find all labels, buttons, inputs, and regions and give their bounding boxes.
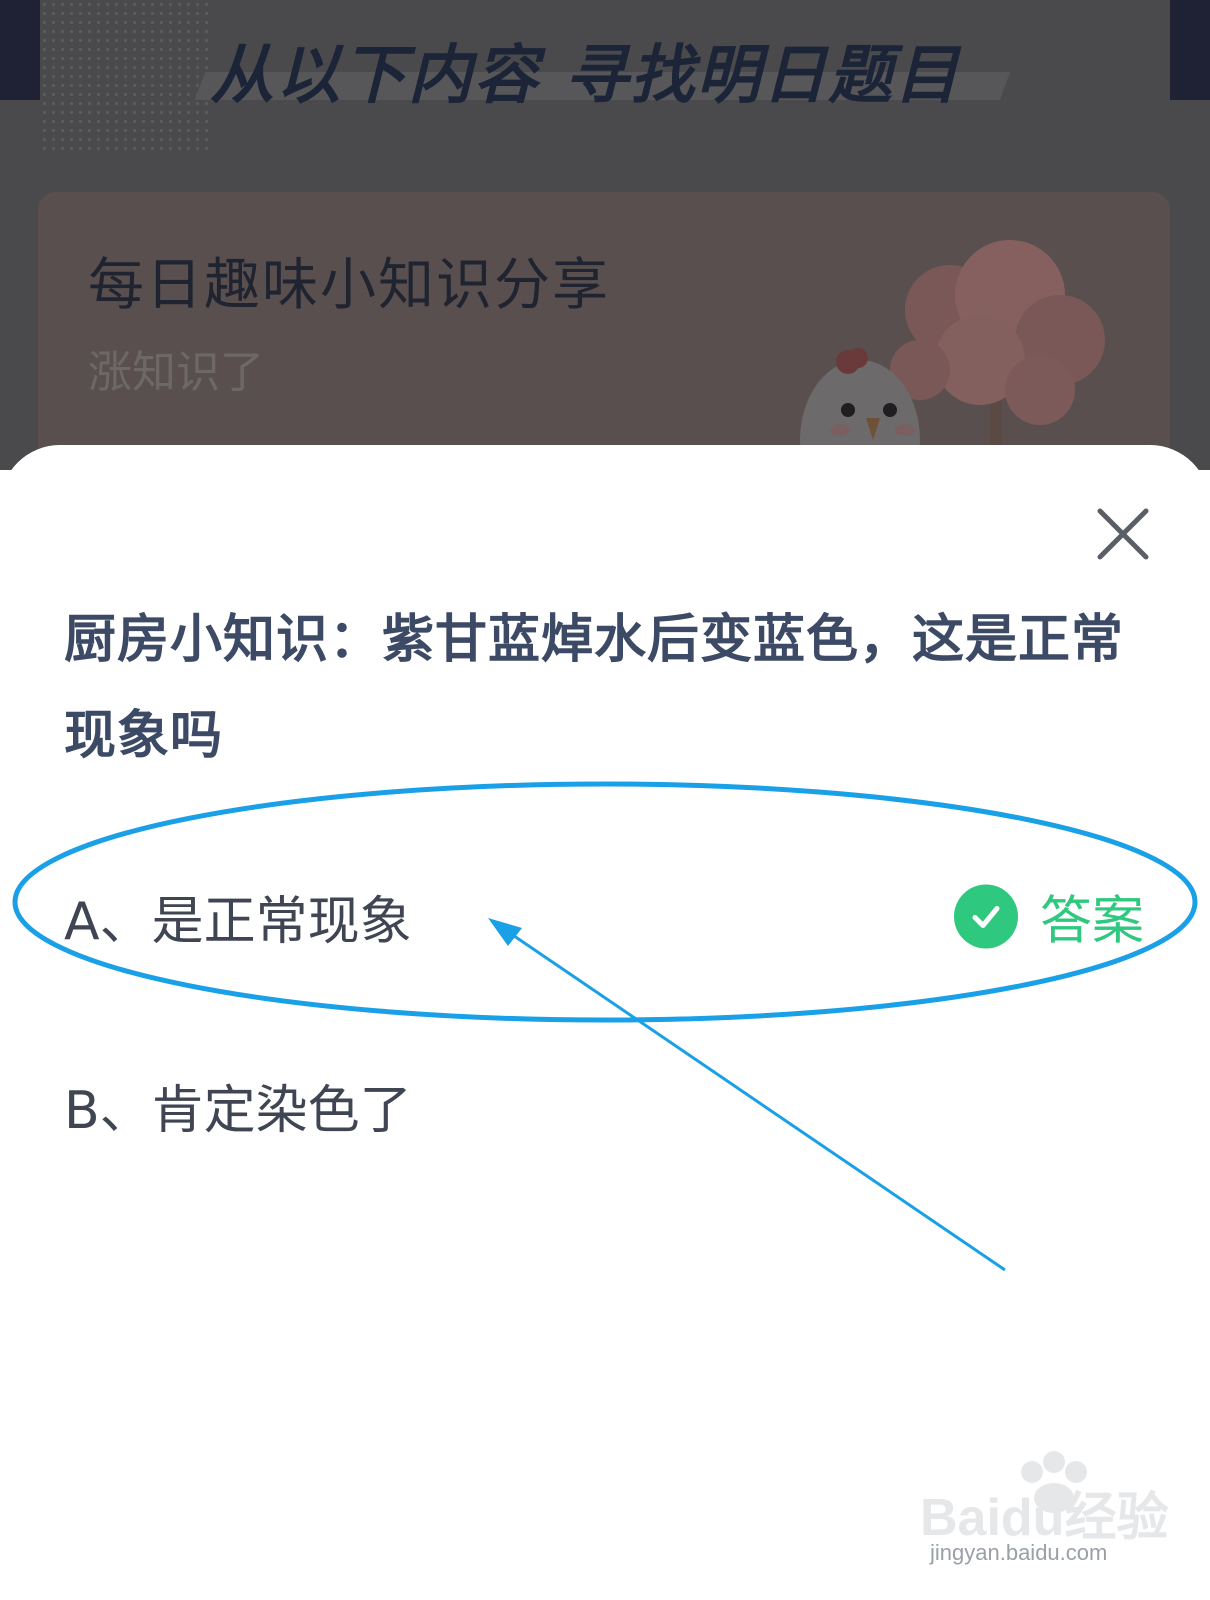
- option-b-label: B、肯定染色了: [64, 1080, 412, 1141]
- card-subtitle: 涨知识了: [88, 347, 264, 398]
- watermark-brand: Baidu经验: [920, 1489, 1168, 1547]
- screen: 从以下内容 寻找明日题目 每日趣味小知识分享 涨知识了 厨房小知识：紫甘蓝焯水后…: [0, 0, 1210, 1600]
- background-side-decoration: [1170, 0, 1210, 100]
- option-a-label: A、是正常现象: [64, 891, 412, 952]
- answer-badge: 答案: [953, 879, 1144, 954]
- question-text: 厨房小知识：紫甘蓝焯水后变蓝色，这是正常现象吗: [64, 610, 1125, 766]
- background-side-decoration: [0, 0, 40, 100]
- watermark-url: jingyan.baidu.com: [930, 1540, 1108, 1565]
- answer-label: 答案: [1039, 891, 1144, 952]
- chicken-tree-illustration: [800, 240, 1105, 470]
- option-a[interactable]: A、是正常现象 答案: [64, 871, 1144, 961]
- close-button[interactable]: [1092, 503, 1154, 565]
- card-title: 每日趣味小知识分享: [88, 253, 610, 318]
- option-b[interactable]: B、肯定染色了: [64, 1060, 1144, 1150]
- background-page: 从以下内容 寻找明日题目 每日趣味小知识分享 涨知识了: [0, 0, 1210, 470]
- close-icon: [1097, 508, 1149, 560]
- background-dot-pattern: [40, 0, 210, 150]
- banner-title: 从以下内容 寻找明日题目: [210, 39, 961, 113]
- check-icon: [953, 884, 1018, 948]
